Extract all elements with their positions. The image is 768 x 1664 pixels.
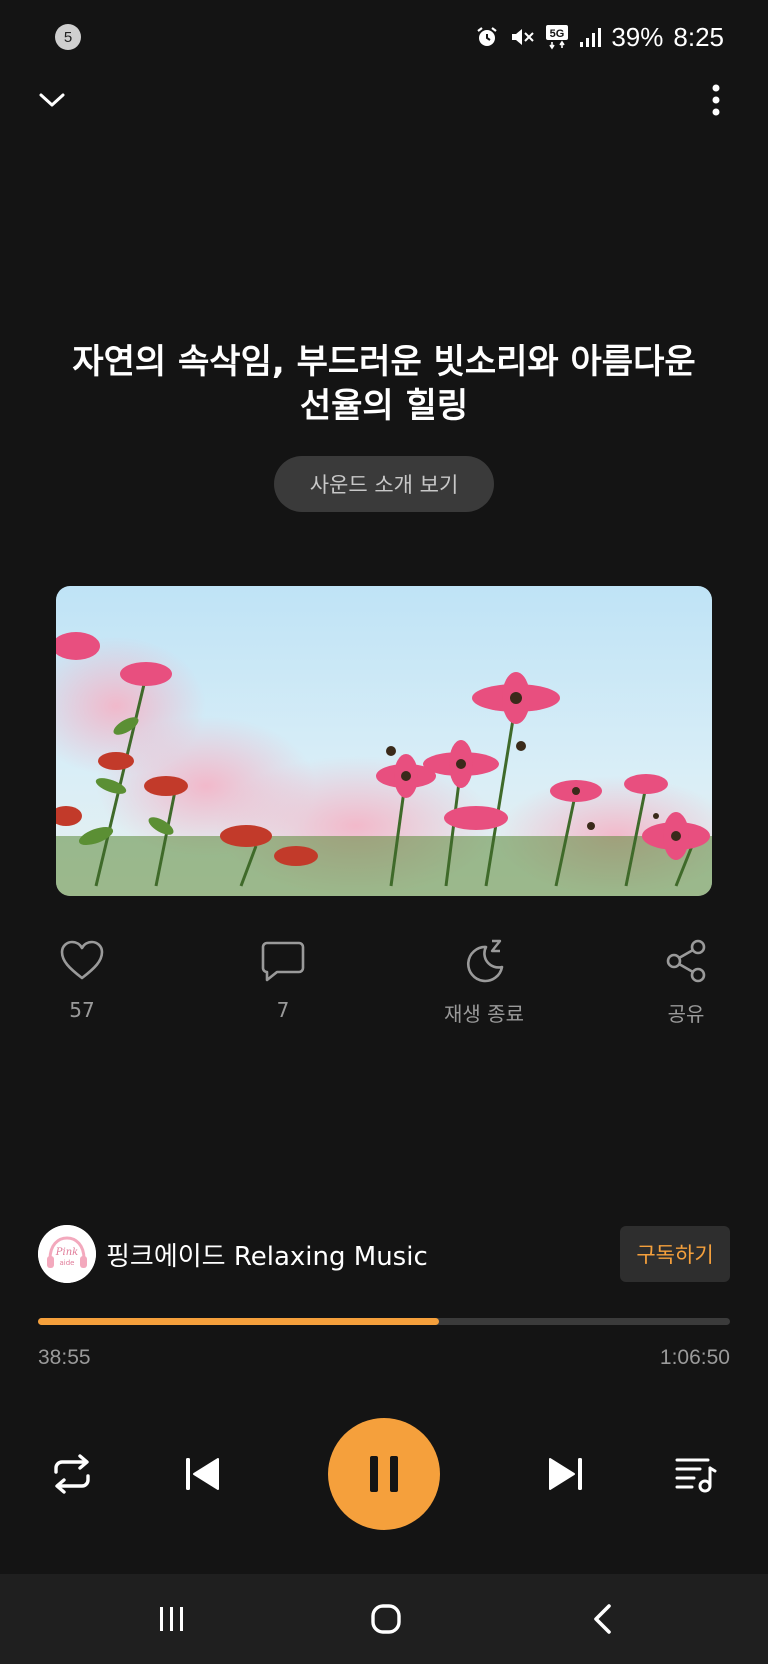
subscribe-button[interactable]: 구독하기 — [620, 1226, 730, 1282]
progress-fill — [38, 1318, 440, 1325]
progress-bar[interactable] — [38, 1318, 730, 1325]
signal-icon — [580, 28, 602, 47]
5g-icon: 5G — [546, 25, 569, 50]
cover-image — [56, 586, 712, 896]
recent-apps-icon — [160, 1607, 183, 1631]
share-icon — [666, 939, 706, 983]
sound-intro-button[interactable]: 사운드 소개 보기 — [274, 456, 494, 512]
flower-field-image — [56, 586, 712, 896]
pause-button[interactable] — [328, 1418, 440, 1530]
previous-icon — [186, 1458, 219, 1490]
comment-button[interactable]: 7 — [223, 936, 343, 1022]
back-button[interactable] — [572, 1594, 632, 1644]
more-vertical-icon — [712, 84, 720, 116]
svg-text:Pink: Pink — [55, 1247, 78, 1258]
next-icon — [549, 1458, 582, 1490]
track-title-line-2: 선율의 힐링 — [299, 386, 469, 426]
collapse-button[interactable] — [30, 78, 74, 122]
channel-name[interactable]: 핑크에이드 Relaxing Music — [106, 1236, 428, 1273]
track-title-line-1: 자연의 속삭임, 부드러운 빗소리와 아름다운 — [72, 342, 696, 382]
repeat-button[interactable] — [44, 1448, 100, 1500]
pause-icon — [370, 1456, 398, 1492]
clock: 8:25 — [673, 21, 724, 52]
heart-icon — [60, 940, 104, 980]
playlist-button[interactable] — [668, 1448, 724, 1500]
mute-icon — [512, 29, 535, 45]
share-label: 공유 — [667, 1002, 705, 1026]
status-bar-right: 5G 39% 8:25 — [475, 20, 724, 54]
svg-text:aide: aide — [60, 1259, 75, 1267]
sleep-timer-button[interactable]: 재생 종료 — [424, 936, 544, 1027]
comment-icon — [261, 941, 305, 982]
chevron-down-icon — [39, 93, 65, 107]
track-title: 자연의 속삭임, 부드러운 빗소리와 아름다운 선율의 힐링 — [40, 340, 728, 428]
channel-logo-icon: Pink aide — [38, 1225, 96, 1283]
back-icon — [594, 1604, 611, 1634]
home-icon — [371, 1604, 401, 1634]
total-duration: 1:06:50 — [659, 1346, 730, 1369]
share-button[interactable]: 공유 — [626, 936, 746, 1027]
alarm-icon — [477, 27, 498, 46]
home-button[interactable] — [356, 1594, 416, 1644]
sleep-timer-icon — [466, 939, 504, 983]
repeat-icon — [54, 1454, 90, 1494]
recent-apps-button[interactable] — [142, 1594, 202, 1644]
sleep-timer-label: 재생 종료 — [444, 1002, 524, 1026]
comment-count: 7 — [276, 998, 290, 1022]
battery-percent: 39% — [611, 21, 664, 52]
next-button[interactable] — [540, 1448, 592, 1500]
notification-count-badge: 5 — [55, 24, 81, 50]
svg-text:5G: 5G — [550, 28, 565, 40]
elapsed-time: 38:55 — [38, 1346, 91, 1369]
like-count: 57 — [69, 998, 95, 1022]
more-options-button[interactable] — [694, 78, 738, 122]
previous-button[interactable] — [176, 1448, 228, 1500]
like-button[interactable]: 57 — [22, 936, 142, 1022]
playlist-icon — [675, 1458, 717, 1493]
channel-avatar[interactable]: Pink aide — [38, 1225, 96, 1283]
